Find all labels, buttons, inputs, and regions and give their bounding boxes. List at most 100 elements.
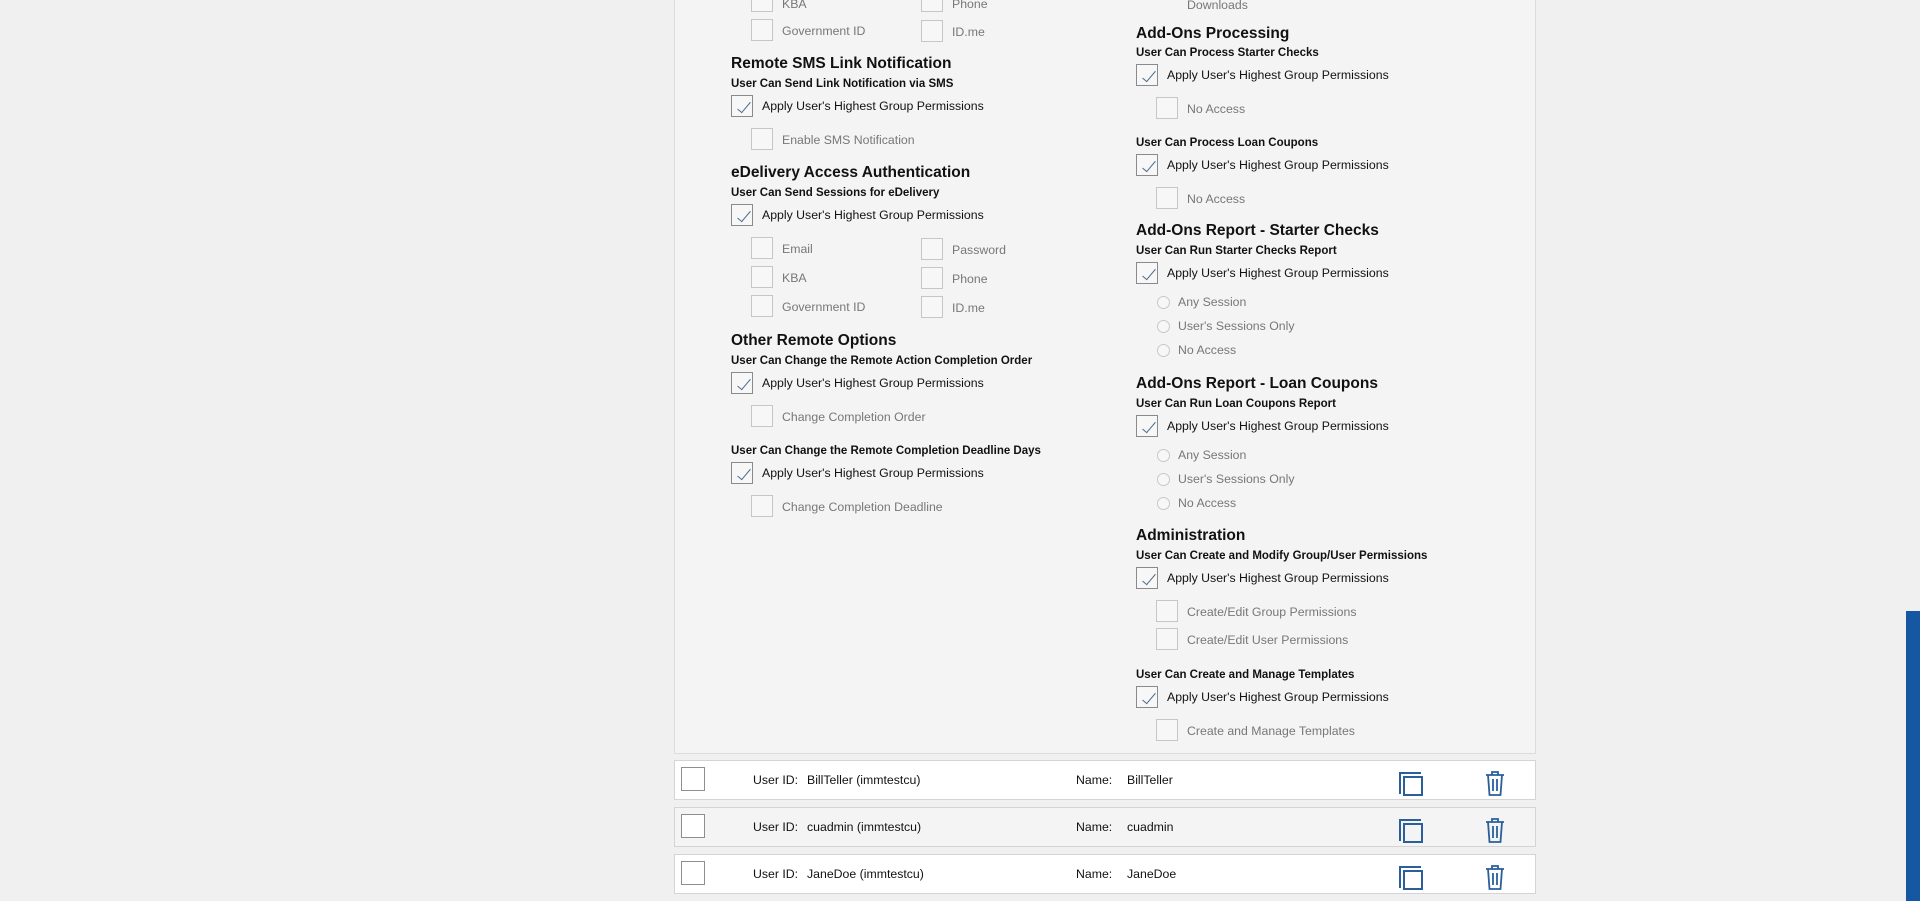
starter-no-access-label: No Access <box>1187 102 1246 116</box>
edit-user-label: Create/Edit User Permissions <box>1187 633 1349 647</box>
manage-templates-label: Create and Manage Templates <box>1187 724 1355 738</box>
report-starter-own-label: User's Sessions Only <box>1178 319 1295 333</box>
idme-label: ID.me <box>952 301 985 315</box>
report-loan-any-radio[interactable] <box>1157 449 1170 462</box>
report-starter-any-radio[interactable] <box>1157 296 1170 309</box>
report-starter-own-radio[interactable] <box>1157 320 1170 333</box>
starter-no-access-checkbox[interactable] <box>1156 97 1178 119</box>
user-id-value: JaneDoe (immtestcu) <box>807 867 924 881</box>
user-row: User ID: cuadmin (immtestcu) Name: cuadm… <box>674 807 1536 847</box>
trash-icon[interactable] <box>1483 769 1507 797</box>
edelivery-apply-label: Apply User's Highest Group Permissions <box>762 208 984 222</box>
report-loan-apply-label: Apply User's Highest Group Permissions <box>1167 419 1389 433</box>
deadline-subheading: User Can Change the Remote Completion De… <box>731 445 1041 457</box>
starter-checks-apply-label: Apply User's Highest Group Permissions <box>1167 68 1389 82</box>
user-id-label: User ID: <box>753 867 799 881</box>
enable-sms-checkbox[interactable] <box>751 128 773 150</box>
user-id-value: BillTeller (immtestcu) <box>807 773 921 787</box>
name-value: BillTeller <box>1127 773 1173 787</box>
password-label: Password <box>952 243 1006 257</box>
kba-checkbox-top[interactable] <box>751 0 773 12</box>
completion-order-apply-checkbox[interactable] <box>731 372 753 394</box>
loan-no-access-checkbox[interactable] <box>1156 187 1178 209</box>
idme-checkbox-top[interactable] <box>921 20 943 42</box>
idme-label-top: ID.me <box>952 25 985 39</box>
trash-icon[interactable] <box>1483 816 1507 844</box>
loan-no-access-label: No Access <box>1187 192 1246 206</box>
user-id-label: User ID: <box>753 820 799 834</box>
report-loan-own-radio[interactable] <box>1157 473 1170 486</box>
report-starter-none-radio[interactable] <box>1157 344 1170 357</box>
name-label: Name: <box>1076 820 1113 834</box>
report-starter-none-label: No Access <box>1178 343 1237 357</box>
copy-icon[interactable] <box>1397 770 1425 798</box>
email-label: Email <box>782 242 813 256</box>
manage-templates-checkbox[interactable] <box>1156 719 1178 741</box>
report-starter-any-label: Any Session <box>1178 295 1247 309</box>
deadline-apply-checkbox[interactable] <box>731 462 753 484</box>
edelivery-subheading: User Can Send Sessions for eDelivery <box>731 187 940 199</box>
loan-coupons-apply-label: Apply User's Highest Group Permissions <box>1167 158 1389 172</box>
gov-id-label-top: Government ID <box>782 24 866 38</box>
change-deadline-label: Change Completion Deadline <box>782 500 943 514</box>
change-deadline-checkbox[interactable] <box>751 495 773 517</box>
phone-checkbox-top[interactable] <box>921 0 943 12</box>
report-loan-apply-checkbox[interactable] <box>1136 415 1158 437</box>
user-select-checkbox[interactable] <box>681 861 705 885</box>
report-loan-any-label: Any Session <box>1178 448 1247 462</box>
report-starter-subheading: User Can Run Starter Checks Report <box>1136 245 1337 257</box>
permissions-apply-checkbox[interactable] <box>1136 567 1158 589</box>
edit-user-checkbox[interactable] <box>1156 628 1178 650</box>
starter-checks-apply-checkbox[interactable] <box>1136 64 1158 86</box>
email-checkbox[interactable] <box>751 237 773 259</box>
user-row: User ID: JaneDoe (immtestcu) Name: JaneD… <box>674 854 1536 894</box>
report-loan-subheading: User Can Run Loan Coupons Report <box>1136 398 1336 410</box>
scrollbar-thumb[interactable] <box>1906 611 1920 901</box>
completion-order-apply-label: Apply User's Highest Group Permissions <box>762 376 984 390</box>
report-starter-apply-checkbox[interactable] <box>1136 262 1158 284</box>
user-row: User ID: BillTeller (immtestcu) Name: Bi… <box>674 760 1536 800</box>
administration-heading: Administration <box>1136 527 1246 544</box>
password-checkbox[interactable] <box>921 238 943 260</box>
copy-icon[interactable] <box>1397 817 1425 845</box>
name-label: Name: <box>1076 867 1113 881</box>
user-id-label: User ID: <box>753 773 799 787</box>
name-value: cuadmin <box>1127 820 1174 834</box>
edelivery-apply-checkbox[interactable] <box>731 204 753 226</box>
user-id-value: cuadmin (immtestcu) <box>807 820 922 834</box>
enable-sms-label: Enable SMS Notification <box>782 133 915 147</box>
user-select-checkbox[interactable] <box>681 767 705 791</box>
downloads-label: Downloads <box>1187 0 1248 12</box>
change-order-label: Change Completion Order <box>782 410 926 424</box>
report-loan-none-radio[interactable] <box>1157 497 1170 510</box>
gov-id-checkbox[interactable] <box>751 295 773 317</box>
phone-checkbox[interactable] <box>921 267 943 289</box>
deadline-apply-label: Apply User's Highest Group Permissions <box>762 466 984 480</box>
gov-id-checkbox-top[interactable] <box>751 19 773 41</box>
edit-group-checkbox[interactable] <box>1156 600 1178 622</box>
phone-label-top: Phone <box>952 0 988 11</box>
change-order-checkbox[interactable] <box>751 405 773 427</box>
copy-icon[interactable] <box>1397 864 1425 892</box>
name-value: JaneDoe <box>1127 867 1177 881</box>
kba-label-top: KBA <box>782 0 807 11</box>
report-loan-heading: Add-Ons Report - Loan Coupons <box>1136 375 1378 392</box>
phone-label: Phone <box>952 272 988 286</box>
report-loan-own-label: User's Sessions Only <box>1178 472 1295 486</box>
sms-apply-label: Apply User's Highest Group Permissions <box>762 99 984 113</box>
report-starter-apply-label: Apply User's Highest Group Permissions <box>1167 266 1389 280</box>
processing-heading: Add-Ons Processing <box>1136 25 1290 42</box>
edit-group-label: Create/Edit Group Permissions <box>1187 605 1357 619</box>
user-select-checkbox[interactable] <box>681 814 705 838</box>
trash-icon[interactable] <box>1483 863 1507 891</box>
report-starter-heading: Add-Ons Report - Starter Checks <box>1136 222 1379 239</box>
kba-checkbox[interactable] <box>751 266 773 288</box>
templates-subheading: User Can Create and Manage Templates <box>1136 669 1355 681</box>
sms-apply-checkbox[interactable] <box>731 95 753 117</box>
loan-coupons-subheading: User Can Process Loan Coupons <box>1136 137 1319 149</box>
gov-id-label: Government ID <box>782 300 866 314</box>
loan-coupons-apply-checkbox[interactable] <box>1136 154 1158 176</box>
templates-apply-checkbox[interactable] <box>1136 686 1158 708</box>
name-label: Name: <box>1076 773 1113 787</box>
idme-checkbox[interactable] <box>921 296 943 318</box>
